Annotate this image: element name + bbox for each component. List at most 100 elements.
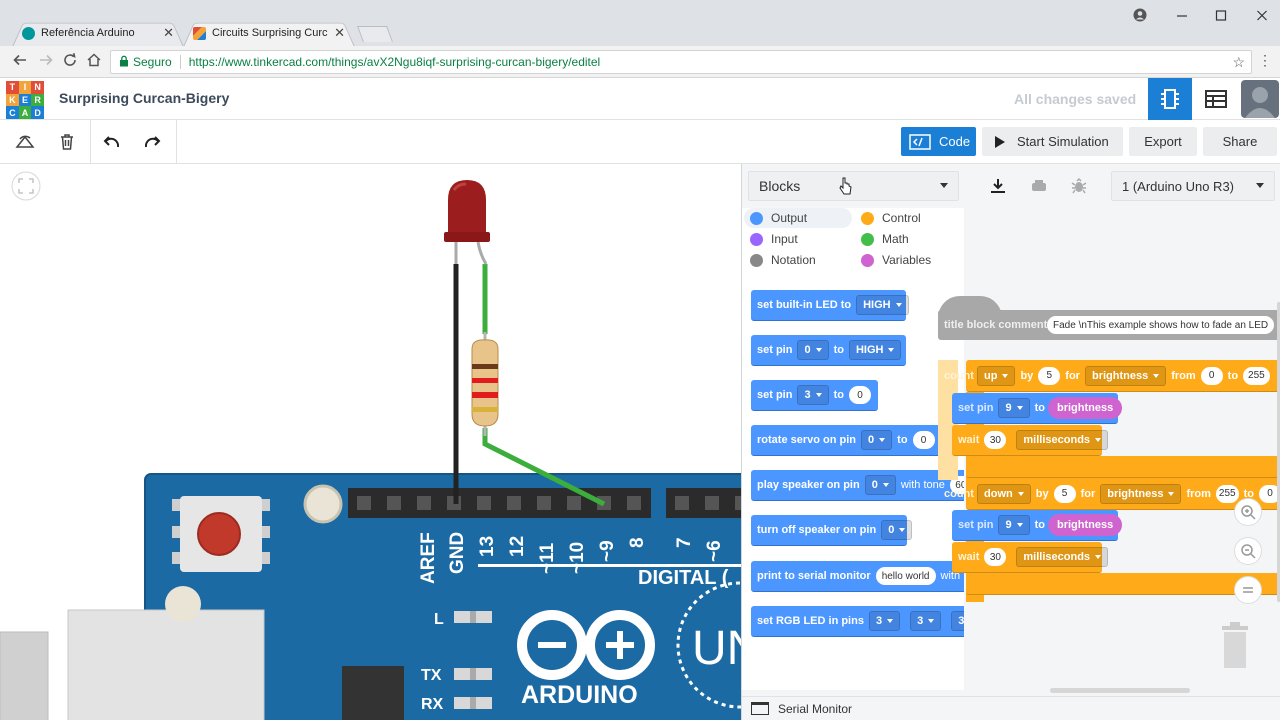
board-select-dropdown[interactable]: 1 (Arduino Uno R3) [1111,171,1275,201]
block-dropdown[interactable]: down [977,483,1031,504]
block-dropdown[interactable]: 3 [868,611,901,631]
comment-text-input[interactable]: Fade \nThis example shows how to fade an… [1047,316,1275,334]
code-button[interactable]: Code [901,127,976,156]
block-dropdown[interactable]: up [977,365,1016,386]
wire-pin9[interactable] [482,264,606,507]
workspace-trash-icon[interactable] [1218,620,1252,670]
led-red[interactable] [444,180,490,265]
block-turn-off-speaker[interactable]: turn off speaker on pin 0 [751,515,913,546]
workspace-horizontal-scrollbar[interactable] [1050,688,1190,693]
category-math[interactable]: Math [855,229,909,249]
schematic-list-view-button[interactable] [1194,78,1238,120]
block-set-builtin-led[interactable]: set built-in LED to HIGH [751,290,909,321]
maximize-icon[interactable] [1215,8,1227,25]
block-dropdown[interactable]: 3 [910,611,942,631]
block-number-input[interactable]: 0 [1200,366,1223,385]
block-number-input[interactable]: 30 [984,548,1007,566]
block-dropdown[interactable]: 0 [864,475,896,495]
share-button[interactable]: Share [1203,127,1277,156]
home-icon[interactable] [86,52,102,72]
block-number-input[interactable]: 5 [1038,366,1061,385]
variable-reporter[interactable]: brightness [1047,514,1123,536]
browser-menu-icon[interactable]: ⋮ [1258,52,1272,69]
zoom-out-button[interactable] [1234,537,1262,565]
redo-button[interactable] [139,128,167,156]
category-input[interactable]: Input [744,229,798,249]
block-number-input[interactable]: 30 [984,431,1007,449]
block-set-pin-in-loop[interactable]: set pin 9 to brightness [952,393,1123,424]
user-avatar[interactable] [1241,80,1279,118]
arduino-uno-board[interactable]: AREF GND 13 12 ~11 ~10 ~9 8 7 ~6 DIGITAL… [0,473,741,720]
block-dropdown[interactable]: milliseconds [1016,547,1109,567]
block-number-input[interactable]: 0 [848,386,871,404]
variable-reporter[interactable]: brightness [1047,397,1123,419]
block-dropdown[interactable]: 9 [998,515,1030,535]
block-number-input[interactable]: 255 [1243,366,1270,385]
block-number-input[interactable]: 5 [1053,484,1076,503]
block-comment[interactable]: title block comment Fade \nThis example … [938,310,1280,340]
circuit-view-button[interactable] [1148,78,1192,120]
debugger-button[interactable] [1068,175,1090,197]
block-wait[interactable]: wait 30 milliseconds [952,425,1109,456]
block-number-input[interactable]: 255 [1215,484,1239,503]
tab-close-icon[interactable]: ✕ [163,25,174,41]
browser-tab-arduino-reference[interactable]: Referência Arduino ✕ [12,19,184,47]
block-dropdown[interactable]: 0 [881,520,913,540]
zoom-in-button[interactable] [1234,498,1262,526]
blocks-palette[interactable]: Output Control Input Math Notation Varia… [742,208,964,690]
tab-close-icon[interactable]: ✕ [334,25,345,41]
block-set-pin-digital[interactable]: set pin 0 to HIGH [751,335,906,366]
reload-icon[interactable] [62,52,78,72]
category-output[interactable]: Output [744,208,852,228]
block-dropdown[interactable]: brightness [1084,365,1167,386]
category-variables[interactable]: Variables [855,250,931,270]
start-simulation-button[interactable]: Start Simulation [982,127,1123,156]
block-rotate-servo[interactable]: rotate servo on pin 0 to 0 degre [751,425,964,456]
reset-zoom-button[interactable] [1234,576,1262,604]
block-count-down[interactable]: count down by 5 for brightness from 255 … [944,478,1280,510]
block-dropdown[interactable]: 0 [797,340,829,360]
block-set-pin-analog[interactable]: set pin 3 to 0 [751,380,878,411]
upload-button[interactable] [1028,175,1050,197]
block-dropdown[interactable]: 3 [797,385,829,405]
export-button[interactable]: Export [1129,127,1197,156]
back-arrow-icon[interactable] [12,52,28,72]
block-play-speaker[interactable]: play speaker on pin 0 with tone 60 [751,470,964,501]
block-count-up[interactable]: count up by 5 for brightness from 0 to 2… [944,360,1280,392]
minimize-icon[interactable] [1176,8,1188,25]
forward-arrow-icon[interactable] [38,52,54,72]
rotate-button[interactable] [11,128,39,156]
delete-button[interactable] [53,128,81,156]
fit-view-icon[interactable] [11,171,41,201]
url-field[interactable]: Seguro https://www.tinkercad.com/things/… [110,50,1252,74]
circuit-workplane[interactable]: AREF GND 13 12 ~11 ~10 ~9 8 7 ~6 DIGITAL… [0,164,741,720]
reset-button[interactable] [172,496,270,572]
category-notation[interactable]: Notation [744,250,816,270]
block-dropdown[interactable]: 9 [998,398,1030,418]
block-text-input[interactable]: hello world [875,567,936,585]
bookmark-star-icon[interactable]: ☆ [1232,54,1245,71]
code-mode-dropdown[interactable]: Blocks [748,171,959,201]
block-dropdown[interactable]: brightness [1100,483,1182,504]
serial-monitor-toggle[interactable]: Serial Monitor [742,696,1280,720]
circuit-canvas[interactable]: AREF GND 13 12 ~11 ~10 ~9 8 7 ~6 DIGITAL… [0,164,741,720]
block-wait[interactable]: wait 30 milliseconds [952,542,1109,573]
block-set-rgb-led[interactable]: set RGB LED in pins 3 3 3 [751,606,964,637]
new-tab-button[interactable] [357,26,393,42]
tinkercad-logo[interactable]: T I N K E R C A D [6,81,44,119]
profile-icon[interactable] [1133,8,1147,25]
block-number-input[interactable]: 0 [912,431,935,449]
block-dropdown[interactable]: 0 [861,430,893,450]
block-dropdown[interactable]: milliseconds [1016,430,1109,450]
block-print-serial[interactable]: print to serial monitor hello world with [751,561,964,592]
block-set-pin-in-loop[interactable]: set pin 9 to brightness [952,510,1123,541]
browser-tab-circuits[interactable]: Circuits Surprising Curcan ✕ [183,19,355,47]
undo-button[interactable] [97,128,125,156]
category-control[interactable]: Control [855,208,921,228]
block-dropdown[interactable]: 3 [951,611,964,631]
download-code-button[interactable] [987,175,1009,197]
block-dropdown[interactable]: HIGH [856,295,909,315]
resistor[interactable] [471,332,499,436]
block-dropdown[interactable]: HIGH [848,340,902,360]
close-window-icon[interactable] [1256,8,1268,25]
